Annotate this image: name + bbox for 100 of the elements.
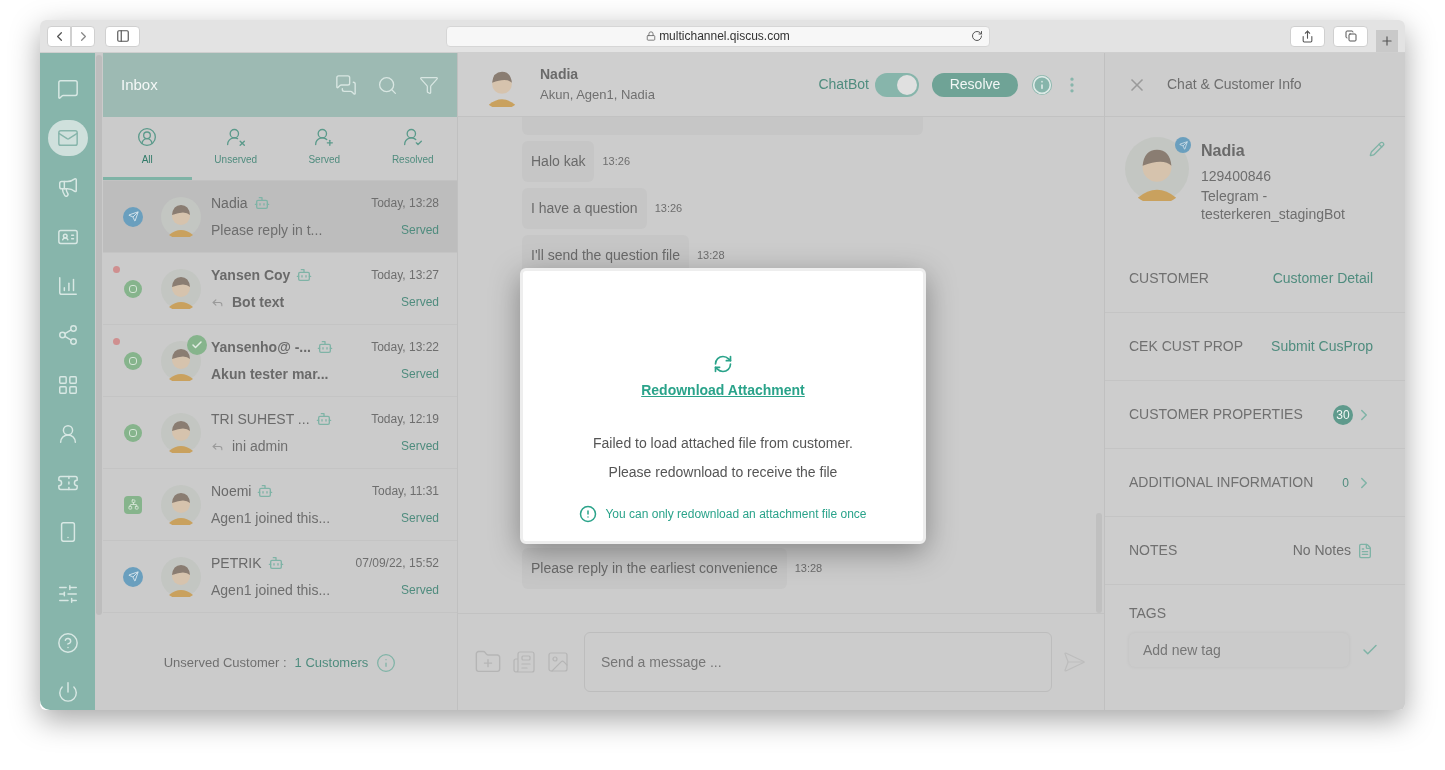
section-label: ADDITIONAL INFORMATION bbox=[1129, 473, 1314, 492]
filter-tab[interactable]: Unserved bbox=[191, 117, 280, 180]
customer-name: Nadia bbox=[1201, 141, 1246, 161]
contact-name: Nadia bbox=[211, 193, 248, 213]
unserved-count-link[interactable]: 1 Customers bbox=[294, 652, 369, 673]
avatar-icon bbox=[161, 196, 201, 237]
address-bar[interactable]: multichannel.qiscus.com bbox=[446, 25, 990, 47]
bot-icon bbox=[317, 339, 333, 355]
bot-icon bbox=[267, 555, 284, 571]
user-circle-icon bbox=[137, 127, 158, 147]
error-message: Please redownload to receive the file bbox=[608, 463, 838, 482]
bot-icon bbox=[257, 483, 274, 499]
chat-channel-icon bbox=[124, 423, 142, 442]
conversation-row[interactable]: Nadia Today, 13:28 Please reply in t... Served bbox=[103, 181, 457, 253]
section-label: NOTES bbox=[1129, 541, 1178, 560]
chat-channel-icon bbox=[124, 279, 142, 298]
back-button[interactable] bbox=[47, 25, 71, 47]
tabs-button[interactable] bbox=[1333, 25, 1369, 47]
message-time: 13:28 bbox=[794, 561, 823, 577]
bot-icon bbox=[296, 267, 313, 283]
telegram-icon bbox=[1175, 137, 1191, 153]
avatar-icon bbox=[161, 484, 201, 525]
contact-name: Yansen Coy bbox=[211, 265, 291, 285]
edit-icon[interactable] bbox=[1369, 141, 1385, 157]
contact-name: TRI SUHEST ... bbox=[211, 409, 310, 429]
message-preview: Akun tester mar... bbox=[211, 364, 329, 384]
count-badge: 30 bbox=[1333, 404, 1353, 425]
message-bubble: Halo kak bbox=[522, 141, 595, 182]
contact-name: PETRIK bbox=[211, 553, 262, 573]
notes-icon[interactable] bbox=[1357, 542, 1373, 559]
tag-input[interactable]: Add new tag bbox=[1129, 633, 1349, 667]
alert-icon bbox=[579, 505, 598, 523]
resolve-button[interactable]: Resolve bbox=[932, 72, 1018, 97]
info-icon[interactable] bbox=[376, 652, 397, 673]
section-link[interactable]: Customer Detail bbox=[1272, 268, 1373, 289]
avatar-icon bbox=[1125, 137, 1189, 201]
status-label: Served bbox=[400, 366, 439, 383]
avatar-icon bbox=[161, 556, 201, 597]
plus-icon bbox=[1380, 34, 1395, 48]
chat-contact-name: Nadia bbox=[540, 65, 580, 85]
status-label: Served bbox=[400, 582, 439, 599]
chatbot-toggle[interactable] bbox=[875, 72, 919, 97]
customer-channel: Telegram - testerkeren_stagingBot bbox=[1201, 187, 1346, 223]
message-time: Today, 13:27 bbox=[371, 267, 439, 284]
notes-value: No Notes bbox=[1292, 541, 1351, 560]
avatar-icon bbox=[161, 268, 201, 309]
message-time: 13:26 bbox=[602, 154, 630, 170]
widget-channel-icon bbox=[124, 495, 142, 514]
message-time: Today, 13:22 bbox=[371, 339, 439, 356]
sidebar-toggle-button[interactable] bbox=[105, 25, 141, 47]
count-text: 0 bbox=[1342, 474, 1349, 492]
inbox-title: Inbox bbox=[121, 74, 159, 95]
contact-name: Noemi bbox=[211, 481, 252, 501]
message-preview: Bot text bbox=[232, 292, 285, 312]
section-label: CUSTOMER bbox=[1129, 269, 1209, 288]
chat-channel-icon bbox=[124, 351, 142, 370]
filter-icon[interactable] bbox=[419, 75, 439, 95]
message-time: 07/09/22, 15:52 bbox=[355, 555, 439, 572]
message-time: Today, 12:19 bbox=[371, 411, 439, 428]
filter-tab[interactable]: Resolved bbox=[368, 117, 457, 180]
redownload-link[interactable]: Redownload Attachment bbox=[641, 380, 805, 401]
share-icon bbox=[1300, 29, 1314, 43]
new-tab-button[interactable] bbox=[1376, 30, 1398, 52]
section-link[interactable]: Submit CusProp bbox=[1271, 336, 1373, 357]
message-bubble: Please reply in the earliest convenience bbox=[522, 548, 787, 589]
telegram-icon bbox=[123, 566, 143, 587]
message-time: Today, 13:28 bbox=[371, 195, 439, 212]
user-check-icon bbox=[402, 127, 423, 147]
status-label: Served bbox=[400, 222, 439, 239]
bot-icon bbox=[253, 195, 270, 211]
unserved-label: Unserved Customer : bbox=[163, 653, 287, 672]
mail-icon[interactable] bbox=[47, 120, 88, 156]
search-icon[interactable] bbox=[377, 74, 398, 96]
message-time: 13:28 bbox=[697, 248, 725, 264]
url-text: multichannel.qiscus.com bbox=[659, 28, 790, 45]
message-bubble: I have a question bbox=[522, 188, 647, 229]
user-plus-icon bbox=[314, 127, 335, 147]
refresh-icon[interactable] bbox=[713, 354, 733, 374]
customer-id: 129400846 bbox=[1201, 167, 1273, 186]
forward-button[interactable] bbox=[71, 25, 95, 47]
section-label: TAGS bbox=[1129, 605, 1167, 621]
telegram-icon bbox=[123, 206, 143, 227]
avatar-icon bbox=[161, 412, 201, 453]
reload-icon[interactable] bbox=[970, 30, 983, 42]
panel-title: Chat & Customer Info bbox=[1167, 75, 1302, 94]
message-time: 13:26 bbox=[654, 201, 683, 217]
share-button[interactable] bbox=[1289, 25, 1325, 47]
message-preview: Agen1 joined this... bbox=[211, 508, 331, 528]
message-preview: Please reply in t... bbox=[211, 220, 323, 240]
message-time: Today, 11:31 bbox=[372, 483, 439, 500]
filter-tab[interactable]: Served bbox=[280, 117, 369, 180]
warning-note: You can only redownload an attachment file once bbox=[605, 506, 867, 523]
message-input[interactable]: Send a message ... bbox=[584, 632, 1052, 692]
sidebar-icon bbox=[115, 29, 130, 43]
error-message: Failed to load attached file from customer. bbox=[593, 434, 853, 453]
status-label: Served bbox=[400, 510, 439, 527]
contact-name: Yansenho@ -... bbox=[211, 337, 311, 357]
section-label: CEK CUST PROP bbox=[1129, 337, 1244, 356]
bot-icon bbox=[315, 411, 332, 427]
message-preview: Agen1 joined this... bbox=[211, 580, 331, 600]
